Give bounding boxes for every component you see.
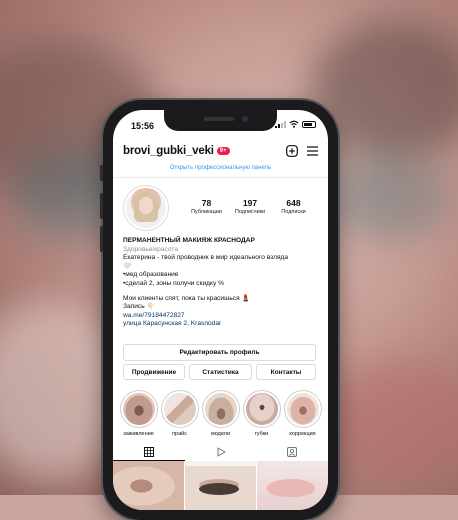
reels-play-icon [217, 447, 225, 457]
stat-value: 648 [286, 198, 301, 208]
statistics-button[interactable]: Статистика [189, 364, 252, 380]
post-thumbnail[interactable] [113, 461, 184, 510]
speaker-grille [204, 117, 234, 121]
highlight-thumbnail [204, 393, 237, 425]
highlight-thumbnail [245, 393, 278, 425]
new-post-plus-icon[interactable] [286, 145, 298, 157]
highlight-item[interactable]: губки [241, 390, 282, 437]
highlight-label: заживление [123, 431, 154, 437]
battery-icon [302, 120, 316, 128]
post-thumbnail[interactable] [257, 461, 328, 510]
highlight-thumbnail [122, 393, 155, 425]
avatar-face [139, 197, 153, 214]
tab-posts-grid[interactable] [113, 443, 185, 461]
highlight-label: губки [254, 431, 269, 437]
post-thumbnail[interactable] [185, 461, 256, 510]
stat-label: Публикации [191, 209, 222, 215]
notification-badge[interactable]: 9+ [216, 147, 230, 155]
professional-dashboard-link[interactable]: Открыть профессиональную панель [113, 165, 328, 171]
edit-profile-button[interactable]: Редактировать профиль [123, 344, 316, 361]
divider [113, 177, 328, 178]
bio-line: •сделай 2, зоны получи скидку % [123, 279, 224, 287]
wifi-icon [289, 120, 299, 128]
front-camera [242, 116, 248, 122]
phone-screen: 15:56 brovi_gubki_veki 9+ Открыть профес… [113, 110, 328, 510]
stat-label: Подписчики [234, 209, 266, 215]
highlight-item[interactable]: заживление [118, 390, 159, 437]
phone-volume-down [100, 226, 103, 252]
phone-mute-switch [100, 165, 103, 181]
bio-line: Мои клиенты спят, пока ты красишься 💄 [123, 294, 250, 302]
profile-bio: ПЕРМАНЕНТНЫЙ МАКИЯЖ КРАСНОДАР Здоровье/к… [123, 237, 318, 329]
phone-volume-up [100, 193, 103, 219]
stat-value: 78 [201, 198, 212, 208]
highlight-thumbnail [163, 393, 196, 425]
profile-tabs [113, 443, 328, 462]
profile-stats: 78 Публикации 197 Подписчики 648 Подписк… [185, 198, 315, 215]
bio-whatsapp-link[interactable]: wa.me/79184472827 [123, 312, 318, 321]
tab-reels[interactable] [185, 443, 257, 461]
post-image-lips [267, 479, 315, 497]
post-image-eye [199, 483, 239, 495]
contacts-button[interactable]: Контакты [256, 364, 316, 380]
cellular-signal-icon [275, 120, 286, 128]
highlight-thumbnail [286, 393, 319, 425]
background-blur-shape [320, 360, 458, 480]
stat-following[interactable]: 648 Подписки [272, 198, 315, 215]
stat-followers[interactable]: 197 Подписчики [229, 198, 272, 215]
grid-icon [143, 446, 154, 457]
highlight-label: коррекция [289, 431, 316, 437]
avatar[interactable] [126, 188, 166, 228]
stat-label: Подписки [281, 209, 306, 215]
bio-category[interactable]: Здоровье/красота [123, 246, 318, 255]
status-icons [275, 120, 316, 128]
stat-value: 197 [242, 198, 258, 208]
highlight-label: прайс [172, 431, 187, 437]
tab-tagged[interactable] [256, 443, 328, 461]
profile-header: brovi_gubki_veki 9+ [123, 141, 318, 161]
bio-line: •мед образование [123, 271, 179, 279]
profile-username[interactable]: brovi_gubki_veki [123, 145, 214, 157]
highlight-item[interactable]: модели [200, 390, 241, 437]
status-time: 15:56 [131, 121, 155, 131]
background-blur-shape [330, 150, 450, 240]
highlight-label: модели [210, 431, 231, 437]
bio-address-link[interactable]: улица Карасунская 2, Krasnodar [123, 320, 318, 329]
highlight-item[interactable]: прайс [159, 390, 200, 437]
story-highlights: заживление прайс модели губки коррекция [118, 390, 328, 437]
posts-grid [113, 461, 328, 510]
highlight-item[interactable]: коррекция [282, 390, 323, 437]
bio-line: Екатерина - твой проводник в мир идеальн… [123, 254, 289, 262]
stat-posts[interactable]: 78 Публикации [185, 198, 228, 215]
bio-title: ПЕРМАНЕНТНЫЙ МАКИЯЖ КРАСНОДАР [123, 237, 255, 244]
phone-notch [164, 110, 277, 131]
promotion-button[interactable]: Продвижение [123, 364, 185, 380]
bio-line: Запись 👇🏻 [123, 303, 155, 311]
hamburger-menu-icon[interactable] [307, 146, 318, 156]
tagged-person-icon [287, 447, 298, 457]
